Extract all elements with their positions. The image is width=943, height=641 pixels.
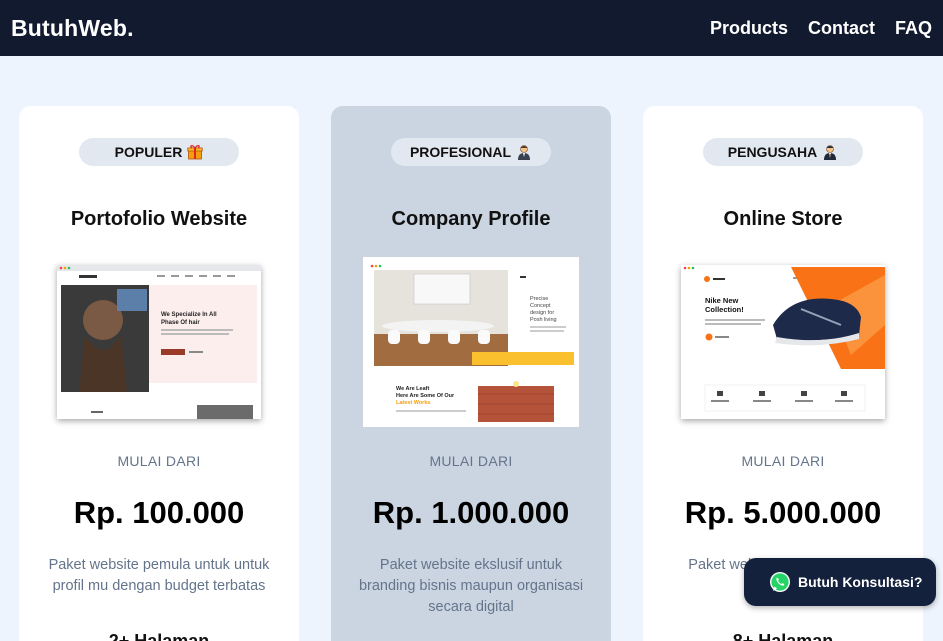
professional-person-icon bbox=[518, 145, 531, 160]
nav-link-products[interactable]: Products bbox=[710, 18, 788, 39]
badge-label: PENGUSAHA bbox=[727, 144, 818, 160]
svg-text:Nike New: Nike New bbox=[705, 296, 739, 305]
preview-screenshot: Nike New Collection! bbox=[681, 265, 885, 419]
svg-text:Concept: Concept bbox=[530, 303, 551, 309]
pricing-card-company-profile: PROFESIONAL Company Profile Precise Conc… bbox=[331, 106, 611, 641]
preview-screenshot: We Specialize In All Phase Of hair bbox=[57, 265, 261, 419]
svg-text:Precise: Precise bbox=[530, 296, 548, 302]
portfolio-preview-image: We Specialize In All Phase Of hair bbox=[57, 265, 261, 419]
plan-title: Online Store bbox=[723, 208, 843, 230]
svg-text:Phase Of hair: Phase Of hair bbox=[161, 320, 200, 326]
top-navbar: ButuhWeb. Products Contact FAQ bbox=[0, 0, 943, 56]
gift-icon bbox=[187, 145, 203, 160]
plan-badge: PENGUSAHA bbox=[703, 138, 863, 166]
plan-price: Rp. 5.000.000 bbox=[684, 495, 882, 530]
plan-price: Rp. 1.000.000 bbox=[372, 495, 570, 530]
plan-description: Paket website pemula untuk untuk profil … bbox=[48, 557, 270, 594]
plan-title: Portofolio Website bbox=[70, 208, 248, 230]
svg-text:We Specialize In All: We Specialize In All bbox=[161, 312, 217, 318]
whatsapp-consult-button[interactable]: Butuh Konsultasi? bbox=[744, 558, 936, 606]
plan-price: Rp. 100.000 bbox=[73, 495, 245, 530]
start-price-label: MULAI DARI bbox=[741, 453, 825, 469]
brand-logo[interactable]: ButuhWeb. bbox=[11, 15, 134, 42]
website-preview: Precise Concept design for Posh living W… bbox=[363, 257, 579, 427]
nav-link-contact[interactable]: Contact bbox=[808, 18, 875, 39]
svg-text:We Are Leaft: We Are Leaft bbox=[396, 386, 429, 392]
start-price-label: MULAI DARI bbox=[117, 453, 201, 469]
badge-label: PROFESIONAL bbox=[409, 144, 512, 160]
plan-badge: POPULER bbox=[79, 138, 239, 166]
pricing-card-portfolio: POPULER Portofolio Website We Specialize… bbox=[19, 106, 299, 641]
plan-pages: 8+ Halaman bbox=[732, 631, 834, 641]
svg-text:Latest Works: Latest Works bbox=[396, 400, 430, 406]
svg-text:Posh living: Posh living bbox=[530, 317, 557, 323]
plan-pages: 2+ Halaman bbox=[108, 631, 210, 641]
svg-text:design for: design for bbox=[530, 310, 554, 316]
businessman-icon bbox=[824, 145, 837, 160]
whatsapp-button-label: Butuh Konsultasi? bbox=[798, 574, 923, 590]
company-profile-preview-image: Precise Concept design for Posh living W… bbox=[368, 262, 574, 422]
online-store-preview-image: Nike New Collection! bbox=[681, 265, 885, 419]
svg-text:Here Are Some Of Our: Here Are Some Of Our bbox=[396, 393, 455, 399]
plan-title: Company Profile bbox=[391, 208, 551, 230]
preview-screenshot: Precise Concept design for Posh living W… bbox=[368, 262, 574, 422]
whatsapp-icon bbox=[770, 572, 790, 592]
badge-label: POPULER bbox=[114, 144, 183, 160]
nav-link-faq[interactable]: FAQ bbox=[895, 18, 932, 39]
nav-links: Products Contact FAQ bbox=[710, 18, 932, 39]
start-price-label: MULAI DARI bbox=[429, 453, 513, 469]
plan-badge: PROFESIONAL bbox=[391, 138, 551, 166]
website-preview: We Specialize In All Phase Of hair bbox=[51, 257, 267, 427]
website-preview: Nike New Collection! bbox=[675, 257, 891, 427]
plan-description: Paket website ekslusif untuk branding bi… bbox=[358, 557, 584, 615]
svg-text:Collection!: Collection! bbox=[705, 305, 744, 314]
